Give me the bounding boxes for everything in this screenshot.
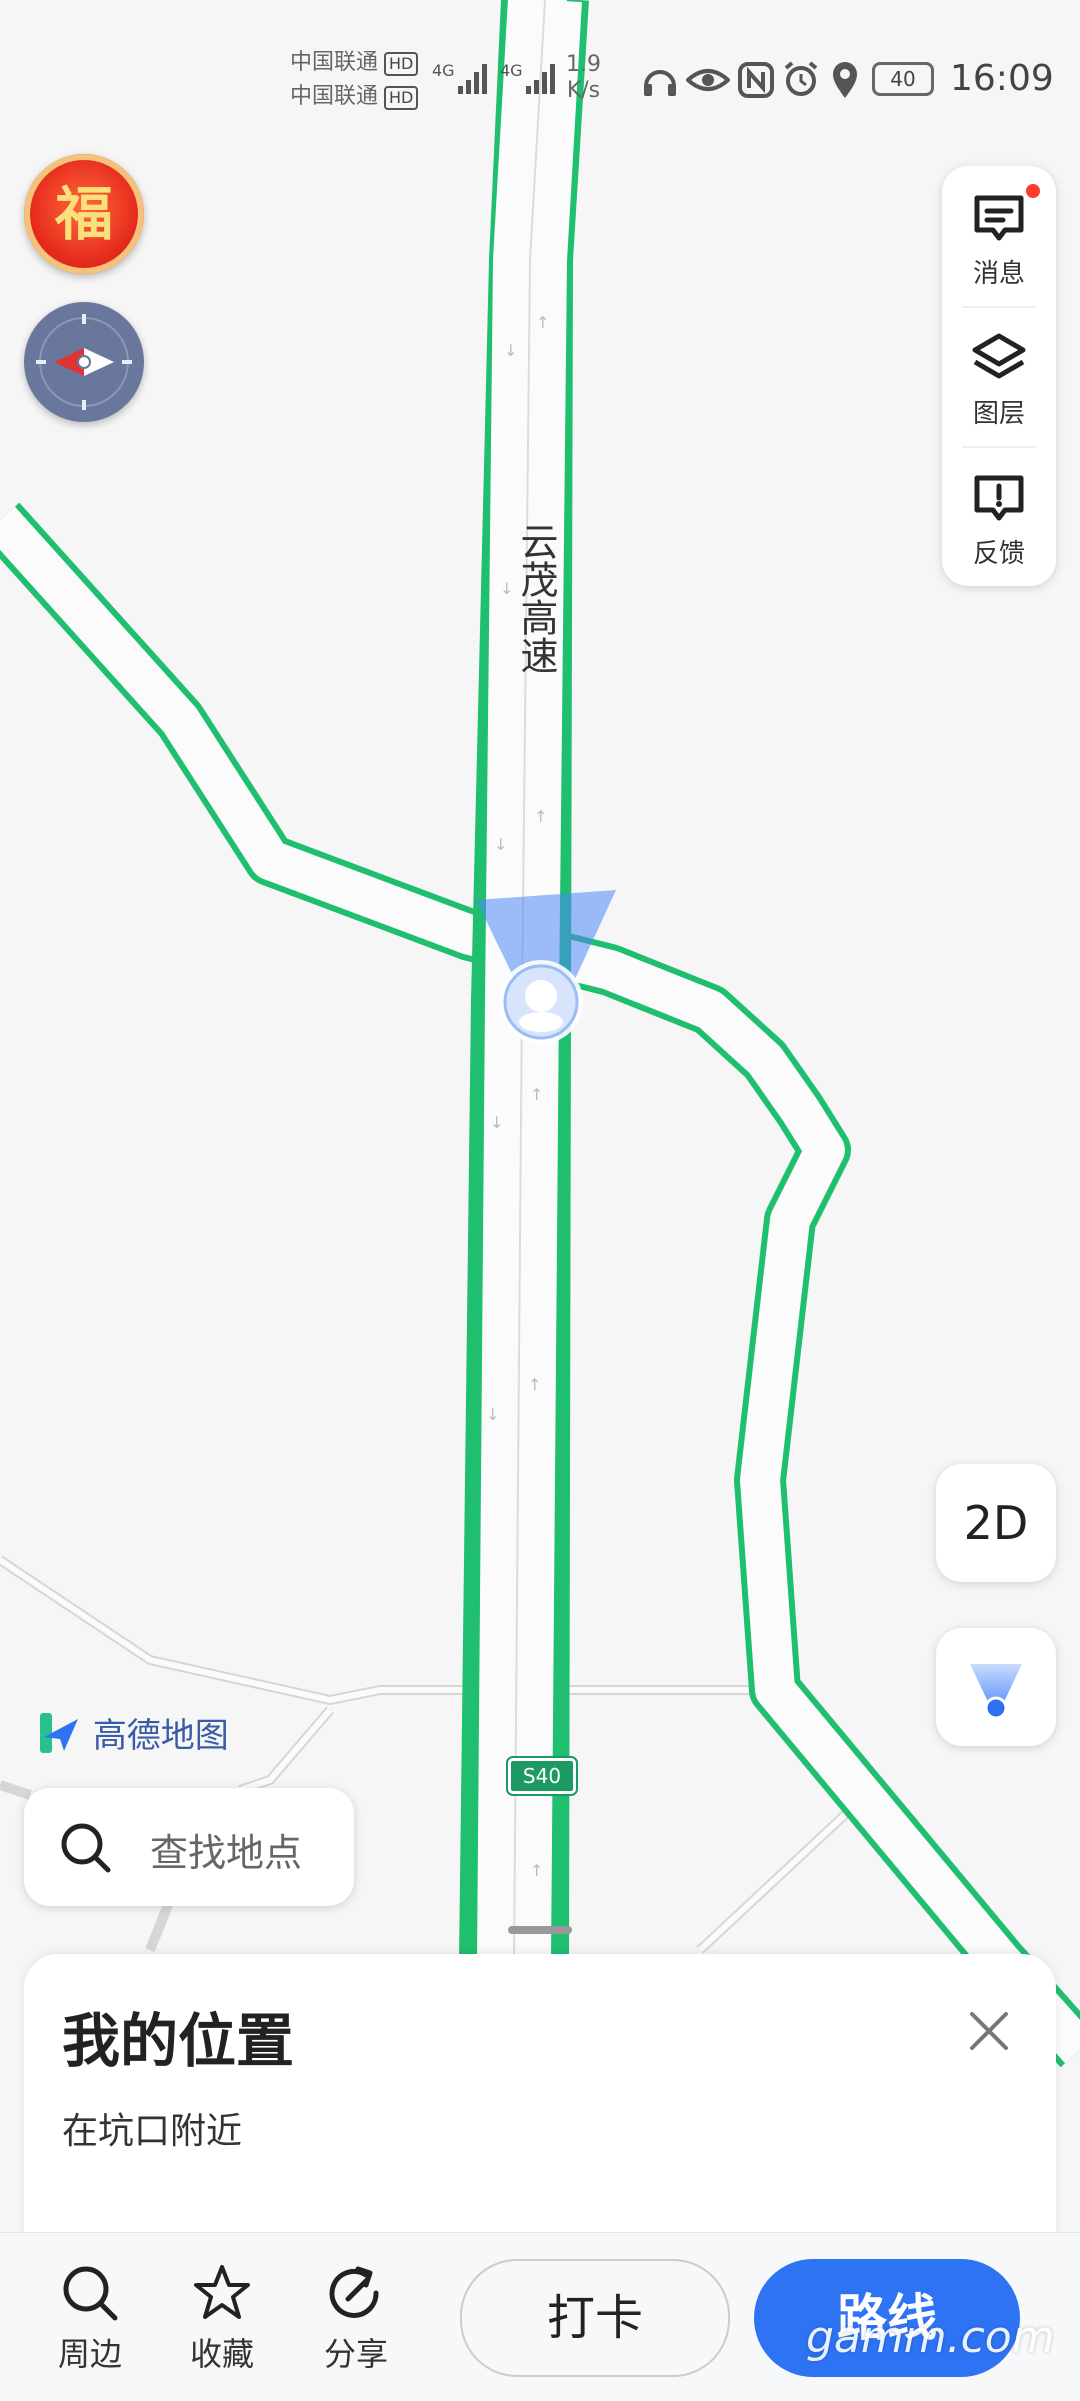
- favorite-button[interactable]: 收藏: [172, 2263, 272, 2375]
- layers-icon: [972, 333, 1026, 379]
- amap-logo: 高德地图: [38, 1708, 229, 1758]
- message-icon: [974, 195, 1024, 241]
- network-speed-unit: K/s: [566, 78, 601, 103]
- eye-comfort-icon: [686, 69, 730, 91]
- search-icon: [63, 2266, 118, 2321]
- network-speed-value: 1.9: [566, 52, 601, 77]
- close-icon[interactable]: [964, 2006, 1014, 2056]
- sheet-drag-handle[interactable]: [508, 1926, 572, 1934]
- messages-label: 消息: [972, 259, 1025, 289]
- share-icon: [329, 2266, 379, 2318]
- search-bar[interactable]: 查找地点: [24, 1788, 354, 1906]
- nearby-label: 周边: [57, 2335, 122, 2373]
- carrier-1: 中国联通 HD: [290, 46, 419, 80]
- road-shield-s40: S40: [508, 1758, 576, 1794]
- svg-text:↓: ↓: [486, 1405, 499, 1424]
- status-bar: 中国联通 HD 中国联通 HD 4G 4G 1.9 K/s 40 16:09: [0, 0, 1080, 150]
- layers-button[interactable]: 图层: [942, 306, 1056, 442]
- messages-button[interactable]: 消息: [942, 166, 1056, 302]
- alarm-icon: [784, 61, 818, 96]
- location-card-subtitle: 在坑口附近: [62, 2111, 243, 2152]
- lucky-fu-button[interactable]: 福: [24, 154, 144, 274]
- carrier-1-name: 中国联通: [290, 50, 379, 75]
- network-speed: 1.9 K/s: [566, 52, 601, 104]
- carrier-2-name: 中国联通: [290, 84, 379, 109]
- svg-text:↑: ↑: [528, 1375, 541, 1394]
- headphones-icon: [644, 70, 676, 96]
- compass-button[interactable]: [24, 302, 144, 422]
- checkin-button[interactable]: 打卡: [460, 2259, 730, 2377]
- search-placeholder: 查找地点: [150, 1831, 303, 1875]
- hd-badge: HD: [384, 52, 419, 76]
- svg-text:↑: ↑: [536, 313, 549, 332]
- view-mode-button[interactable]: 2D: [936, 1464, 1056, 1582]
- unread-dot: [1026, 184, 1040, 198]
- svg-text:↑: ↑: [530, 1085, 543, 1104]
- amap-logo-text: 高德地图: [92, 1716, 229, 1756]
- svg-text:↓: ↓: [504, 341, 517, 360]
- svg-text:↓: ↓: [494, 835, 507, 854]
- clock: 16:09: [950, 58, 1054, 99]
- battery-icon: 40: [872, 62, 934, 96]
- compass-icon: [36, 314, 132, 410]
- road-name-label: 云茂高速: [514, 522, 558, 674]
- layers-label: 图层: [972, 399, 1025, 429]
- nfc-icon: [738, 62, 774, 98]
- nearby-button[interactable]: 周边: [40, 2263, 140, 2375]
- share-button[interactable]: 分享: [306, 2263, 406, 2375]
- svg-text:↑: ↑: [534, 807, 547, 826]
- location-card: 我的位置 在坑口附近: [24, 1954, 1056, 2254]
- locate-icon: [970, 1664, 1022, 1720]
- my-location-button[interactable]: [936, 1628, 1056, 1746]
- share-label: 分享: [323, 2335, 388, 2373]
- feedback-label: 反馈: [972, 539, 1025, 569]
- hd-badge: HD: [384, 86, 419, 110]
- svg-text:↑: ↑: [530, 1861, 543, 1880]
- search-icon: [61, 1823, 111, 1873]
- feedback-icon: [974, 475, 1024, 521]
- star-icon: [194, 2265, 250, 2319]
- carrier-2: 中国联通 HD: [290, 80, 419, 114]
- map-tools-panel: 消息 图层 反馈: [942, 166, 1056, 586]
- svg-text:↓: ↓: [490, 1113, 503, 1132]
- favorite-label: 收藏: [189, 2335, 254, 2373]
- feedback-button[interactable]: 反馈: [942, 446, 1056, 582]
- location-card-title: 我的位置: [62, 2007, 295, 2075]
- watermark: gamm.com: [806, 2312, 1055, 2363]
- location-pin-icon: [833, 62, 857, 98]
- amap-logo-icon: [40, 1712, 78, 1753]
